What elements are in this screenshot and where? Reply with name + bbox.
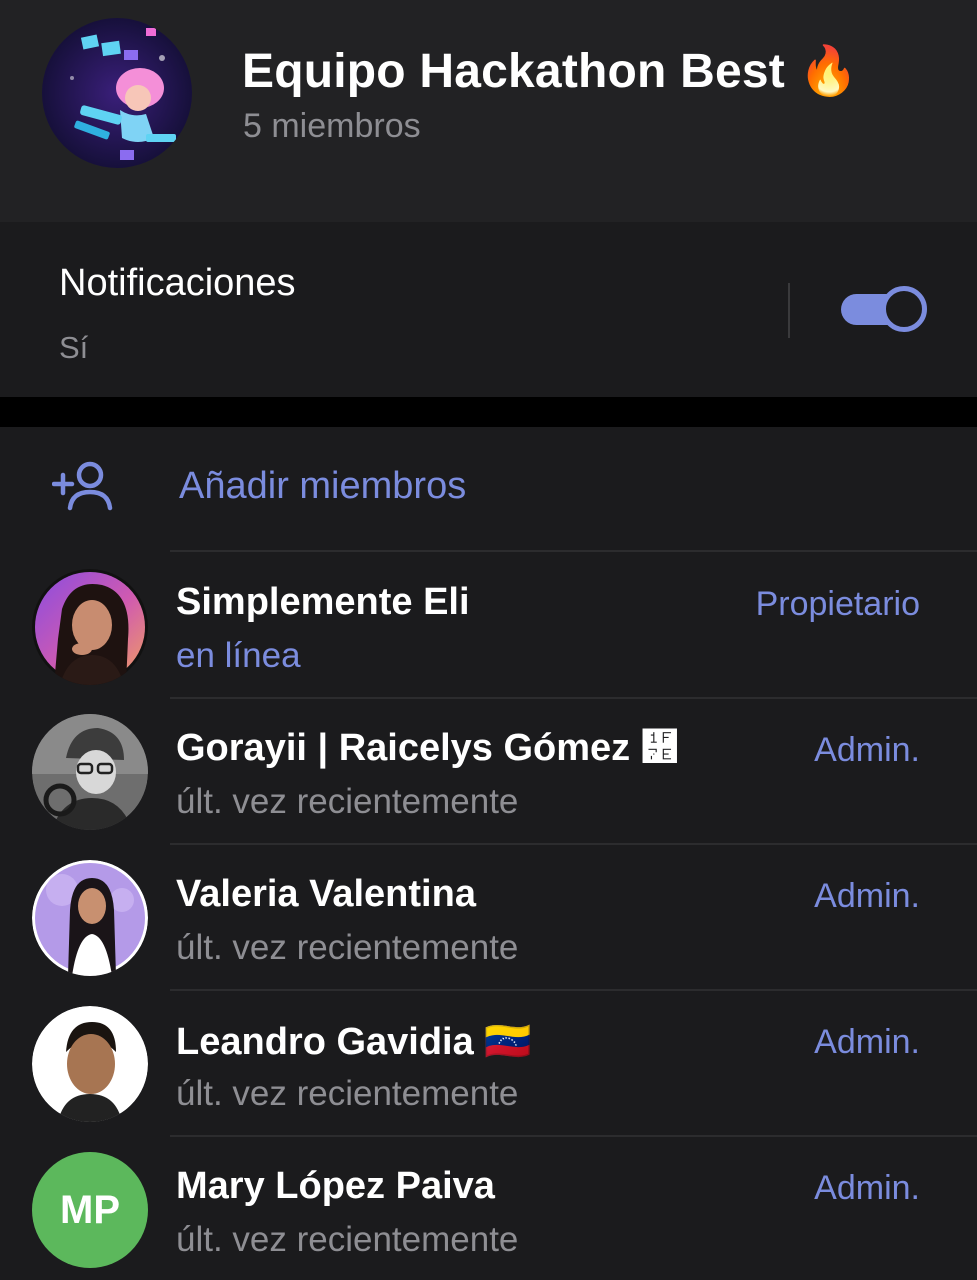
add-members-button[interactable]: [0, 427, 977, 551]
member-initials-avatar: MP: [32, 1152, 148, 1268]
member-role-badge: Propietario: [755, 585, 920, 623]
member-status: últ. vez recientemente: [176, 928, 519, 967]
group-avatar[interactable]: [42, 18, 192, 168]
venezuela-flag-emoji: 🇻🇪: [484, 1019, 532, 1063]
notifications-label: Notificaciones: [59, 262, 296, 304]
member-name: Simplemente Eli: [176, 581, 470, 623]
member-role-badge: Admin.: [814, 731, 920, 769]
notifications-row[interactable]: [0, 222, 977, 397]
member-role-badge: Admin.: [814, 877, 920, 915]
divider: [788, 283, 790, 338]
member-role-badge: Admin.: [814, 1169, 920, 1207]
member-name: Valeria Valentina: [176, 873, 476, 915]
member-avatar: [32, 860, 148, 976]
member-name: Leandro Gavidia 🇻🇪: [176, 1019, 532, 1064]
member-name: Gorayii | Raicelys Gómez ὾: [176, 727, 679, 769]
member-name: Mary López Paiva: [176, 1165, 495, 1207]
member-avatar: [32, 714, 148, 830]
member-status: en línea: [176, 636, 301, 675]
fire-emoji: 🔥: [798, 43, 859, 99]
group-title: Equipo Hackathon Best 🔥: [242, 42, 858, 99]
notifications-toggle[interactable]: [841, 286, 927, 332]
add-members-label: Añadir miembros: [179, 465, 467, 507]
member-status: últ. vez recientemente: [176, 782, 519, 821]
notifications-value: Sí: [59, 330, 89, 365]
member-role-badge: Admin.: [814, 1023, 920, 1061]
member-avatar: [32, 569, 148, 685]
group-title-text: Equipo Hackathon Best: [242, 45, 785, 98]
add-person-icon: [51, 460, 114, 512]
toggle-knob: [881, 286, 927, 332]
member-status: últ. vez recientemente: [176, 1220, 519, 1259]
member-status: últ. vez recientemente: [176, 1074, 519, 1113]
section-gap: [0, 397, 977, 427]
member-name-text: Leandro Gavidia: [176, 1021, 474, 1063]
member-count: 5 miembros: [243, 107, 421, 145]
member-avatar: [32, 1006, 148, 1122]
